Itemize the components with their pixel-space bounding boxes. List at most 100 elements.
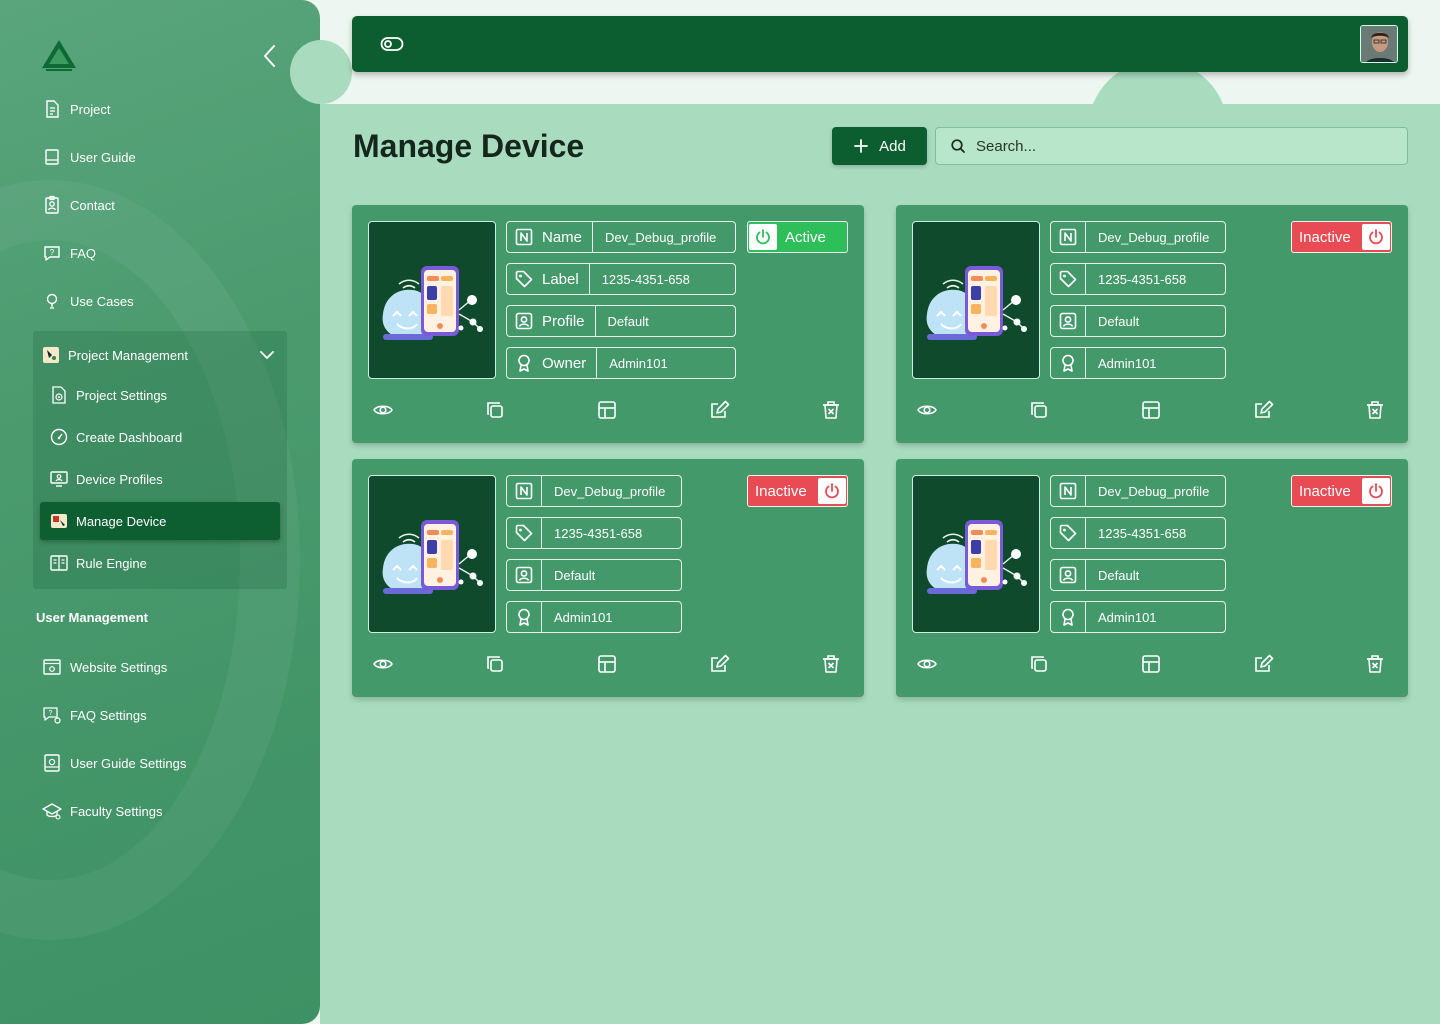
svg-text:?: ? bbox=[49, 710, 53, 717]
sidebar-item-user-guide[interactable]: User Guide bbox=[42, 143, 136, 171]
status-toggle-inactive[interactable]: Inactive bbox=[747, 475, 848, 507]
add-device-button[interactable]: Add bbox=[832, 127, 927, 165]
view-icon[interactable] bbox=[916, 399, 940, 423]
field-key bbox=[507, 476, 542, 506]
sidebar-item-website-settings[interactable]: Website Settings bbox=[42, 653, 167, 681]
device-owner-value: Admin101 bbox=[1098, 609, 1157, 625]
device-name-field: Dev_Debug_profile bbox=[1050, 475, 1226, 507]
status-toggle-inactive[interactable]: Inactive bbox=[1291, 475, 1392, 507]
device-image bbox=[912, 221, 1040, 379]
status-label: Inactive bbox=[755, 482, 807, 500]
view-icon[interactable] bbox=[916, 653, 940, 677]
toggle-icon[interactable] bbox=[380, 34, 404, 54]
delete-icon[interactable] bbox=[820, 399, 844, 423]
view-icon[interactable] bbox=[372, 653, 396, 677]
sidebar-item-project-settings[interactable]: Project Settings bbox=[49, 381, 167, 409]
field-key bbox=[1051, 222, 1086, 252]
field-key-label: Name bbox=[542, 228, 583, 246]
sidebar-item-create-dashboard[interactable]: Create Dashboard bbox=[49, 423, 182, 451]
table-icon[interactable] bbox=[596, 399, 620, 423]
delete-icon[interactable] bbox=[820, 653, 844, 677]
edit-icon[interactable] bbox=[708, 399, 732, 423]
device-image bbox=[368, 475, 496, 633]
main-content: Manage Device Add Name Dev_Debug_profile L… bbox=[320, 104, 1440, 1024]
view-icon[interactable] bbox=[372, 399, 396, 423]
status-toggle-inactive[interactable]: Inactive bbox=[1291, 221, 1392, 253]
device-owner-field: Admin101 bbox=[506, 601, 682, 633]
profile-icon bbox=[515, 312, 533, 330]
sidebar-item-faq-settings[interactable]: ? FAQ Settings bbox=[42, 701, 147, 729]
avatar[interactable] bbox=[1360, 25, 1398, 63]
add-button-label: Add bbox=[879, 137, 906, 155]
tag-icon bbox=[515, 270, 533, 288]
copy-icon[interactable] bbox=[1028, 653, 1052, 677]
field-key bbox=[1051, 306, 1086, 336]
sidebar-item-label: Rule Engine bbox=[76, 555, 147, 571]
status-toggle-active[interactable]: Active bbox=[747, 221, 848, 253]
sidebar-item-label: Website Settings bbox=[70, 659, 168, 675]
tag-icon bbox=[1059, 524, 1077, 542]
sidebar-item-user-guide-settings[interactable]: User Guide Settings bbox=[42, 749, 186, 777]
copy-icon[interactable] bbox=[1028, 399, 1052, 423]
iot-device-illustration bbox=[926, 520, 1027, 594]
table-icon[interactable] bbox=[1140, 653, 1164, 677]
field-key bbox=[1051, 476, 1086, 506]
copy-icon[interactable] bbox=[484, 653, 508, 677]
sidebar-item-project[interactable]: Project bbox=[42, 95, 110, 123]
sidebar-item-contact[interactable]: Contact bbox=[42, 191, 115, 219]
sidebar-item-use-cases[interactable]: Use Cases bbox=[42, 287, 134, 315]
device-label-field: 1235-4351-658 bbox=[1050, 263, 1226, 295]
delete-icon[interactable] bbox=[1364, 399, 1388, 423]
edit-icon[interactable] bbox=[1252, 399, 1276, 423]
status-label: Inactive bbox=[1299, 482, 1351, 500]
device-owner-field: Owner Admin101 bbox=[506, 347, 736, 379]
sidebar-item-rule-engine[interactable]: Rule Engine bbox=[49, 549, 147, 577]
device-owner-value: Admin101 bbox=[1098, 355, 1157, 371]
sidebar-item-device-profiles[interactable]: Device Profiles bbox=[49, 465, 163, 493]
sidebar-item-faculty-settings[interactable]: Faculty Settings bbox=[42, 797, 163, 825]
device-name-value: Dev_Debug_profile bbox=[1098, 229, 1210, 245]
edit-icon[interactable] bbox=[1252, 653, 1276, 677]
chevron-down-icon bbox=[260, 351, 274, 359]
field-key: Owner bbox=[507, 348, 598, 378]
svg-text:?: ? bbox=[50, 248, 55, 257]
field-key bbox=[507, 518, 542, 548]
sidebar-item-manage-device[interactable]: Manage Device bbox=[49, 507, 166, 535]
project-management-icon bbox=[43, 347, 59, 363]
power-icon bbox=[1369, 483, 1383, 499]
device-actions bbox=[916, 399, 1388, 423]
sidebar-item-faq[interactable]: ? FAQ bbox=[42, 239, 96, 267]
faq-settings-icon: ? bbox=[43, 707, 61, 724]
award-badge-icon bbox=[1062, 354, 1074, 372]
copy-icon[interactable] bbox=[484, 399, 508, 423]
settings-document-icon bbox=[52, 386, 66, 404]
project-management-toggle[interactable]: Project Management bbox=[41, 341, 279, 369]
table-icon[interactable] bbox=[1140, 399, 1164, 423]
profile-icon bbox=[1059, 312, 1077, 330]
tag-icon bbox=[515, 524, 533, 542]
edit-icon[interactable] bbox=[708, 653, 732, 677]
book-icon bbox=[45, 149, 59, 165]
rule-book-icon bbox=[50, 555, 68, 571]
collapse-sidebar-icon[interactable] bbox=[258, 42, 282, 70]
search-input[interactable] bbox=[976, 137, 1396, 155]
table-icon[interactable] bbox=[596, 653, 620, 677]
device-image bbox=[912, 475, 1040, 633]
sidebar-item-label: FAQ bbox=[70, 245, 97, 261]
profile-icon bbox=[1059, 566, 1077, 584]
page-title: Manage Device bbox=[353, 128, 585, 164]
device-label-field: 1235-4351-658 bbox=[1050, 517, 1226, 549]
document-icon bbox=[46, 100, 59, 118]
field-key-label: Profile bbox=[542, 312, 585, 330]
field-key-label: Label bbox=[542, 270, 579, 288]
tag-icon bbox=[1059, 270, 1077, 288]
device-name-value: Dev_Debug_profile bbox=[554, 483, 666, 499]
sidebar-item-label: Project Settings bbox=[76, 387, 168, 403]
device-label-value: 1235-4351-658 bbox=[554, 525, 643, 541]
delete-icon[interactable] bbox=[1364, 653, 1388, 677]
field-key bbox=[1051, 560, 1086, 590]
device-name-value: Dev_Debug_profile bbox=[605, 229, 717, 245]
field-key bbox=[507, 602, 542, 632]
device-owner-value: Admin101 bbox=[609, 355, 668, 371]
sidebar-item-label: Manage Device bbox=[76, 513, 167, 529]
